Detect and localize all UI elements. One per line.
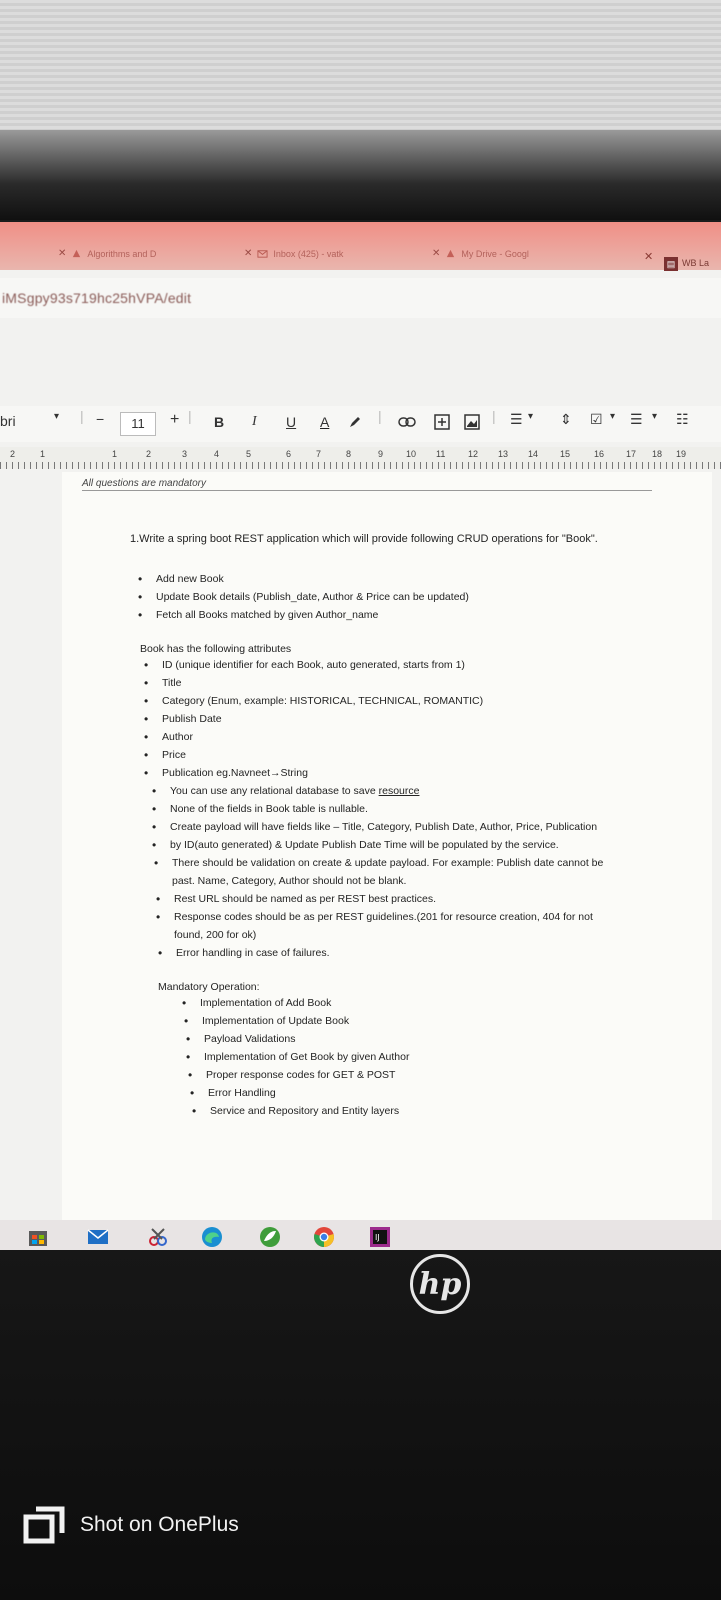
snipping-tool-icon[interactable] — [146, 1225, 170, 1249]
monitor-top-edge — [0, 130, 721, 220]
spring-tool-icon[interactable] — [258, 1225, 282, 1249]
rule-item: Response codes should be as per REST gui… — [156, 908, 593, 926]
mandatory-item: Implementation of Update Book — [184, 1012, 349, 1030]
mandatory-item: Implementation of Get Book by given Auth… — [186, 1048, 409, 1066]
background-wall — [0, 0, 721, 140]
attribute-item: Price — [144, 746, 186, 764]
rule-continuation: found, 200 for ok) — [174, 929, 257, 941]
operation-item: Fetch all Books matched by given Author_… — [138, 606, 378, 624]
attribute-item: Category (Enum, example: HISTORICAL, TEC… — [144, 692, 483, 710]
question-title: 1.Write a spring boot REST application w… — [130, 533, 598, 545]
store-icon[interactable] — [26, 1225, 50, 1249]
watermark-text: Shot on OnePlus — [80, 1513, 239, 1536]
hp-logo: hp — [410, 1254, 470, 1314]
mandatory-item: Error Handling — [190, 1084, 276, 1102]
attribute-item: Title — [144, 674, 182, 692]
monitor-bezel — [0, 1250, 721, 1600]
camera-watermark: Shot on OnePlus — [22, 1505, 239, 1545]
taskbar: IJ — [0, 1220, 721, 1252]
attribute-item: ID (unique identifier for each Book, aut… — [144, 656, 465, 674]
document-body[interactable]: 1.Write a spring boot REST application w… — [0, 222, 721, 1252]
operation-item: Update Book details (Publish_date, Autho… — [138, 588, 469, 606]
rule-text: You can use any relational database to s… — [170, 785, 379, 797]
rule-item: by ID(auto generated) & Update Publish D… — [152, 836, 559, 854]
rule-item: You can use any relational database to s… — [152, 782, 420, 800]
rule-item: None of the fields in Book table is null… — [152, 800, 368, 818]
rule-continuation: past. Name, Category, Author should not … — [172, 875, 407, 887]
rule-item: Error handling in case of failures. — [158, 944, 329, 962]
oneplus-logo-icon — [23, 1506, 65, 1544]
attribute-item: Publication eg.Navneet→String — [144, 764, 308, 782]
mandatory-item: Service and Repository and Entity layers — [192, 1102, 399, 1120]
rule-link[interactable]: resource — [379, 785, 420, 797]
attribute-item: Author — [144, 728, 193, 746]
monitor-screen: ✕ Algorithms and D ✕ Inbox (425) - vatk … — [0, 222, 721, 1252]
rule-item: Create payload will have fields like – T… — [152, 818, 597, 836]
intellij-icon[interactable]: IJ — [368, 1225, 392, 1249]
svg-text:IJ: IJ — [375, 1233, 380, 1242]
chrome-icon[interactable] — [312, 1225, 336, 1249]
operation-item: Add new Book — [138, 570, 224, 588]
attribute-item: Publish Date — [144, 710, 221, 728]
mandatory-item: Payload Validations — [186, 1030, 296, 1048]
rule-item: There should be validation on create & u… — [154, 854, 603, 872]
edge-icon[interactable] — [200, 1225, 224, 1249]
mandatory-item: Implementation of Add Book — [182, 994, 331, 1012]
mandatory-item: Proper response codes for GET & POST — [188, 1066, 396, 1084]
mail-icon[interactable] — [86, 1225, 110, 1249]
rule-item: Rest URL should be named as per REST bes… — [156, 890, 436, 908]
